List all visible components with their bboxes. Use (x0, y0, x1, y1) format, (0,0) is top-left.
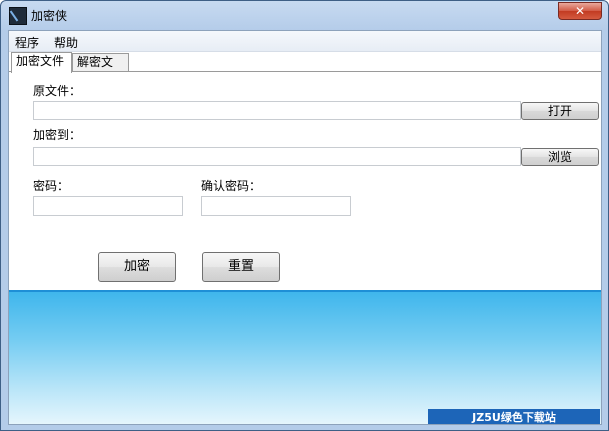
client-area: 程序 帮助 加密文件 解密文件 原文件： 打开 加密到： 浏览 密码： 确认密码… (8, 30, 602, 425)
menu-program[interactable]: 程序 (15, 34, 39, 51)
status-area (9, 290, 601, 424)
encrypt-button[interactable]: 加密 (98, 252, 176, 282)
browse-button[interactable]: 浏览 (521, 148, 599, 166)
close-button[interactable]: ✕ (558, 2, 602, 20)
tab-decrypt-file[interactable]: 解密文件 (72, 53, 129, 85)
reset-button[interactable]: 重置 (202, 252, 280, 282)
open-button[interactable]: 打开 (521, 102, 599, 120)
target-label: 加密到： (33, 128, 82, 142)
app-window: 加密侠 ✕ 程序 帮助 加密文件 解密文件 原文件： 打开 加密到： 浏览 密码… (0, 0, 609, 431)
encrypt-panel: 原文件： 打开 加密到： 浏览 密码： 确认密码： 加密 重置 (9, 71, 601, 290)
watermark-banner: JZ5U绿色下载站www.jz5u.com (428, 409, 600, 424)
source-file-input[interactable] (33, 101, 521, 120)
confirm-password-input[interactable] (201, 196, 351, 216)
target-file-input[interactable] (33, 147, 521, 166)
password-input[interactable] (33, 196, 183, 216)
title-bar[interactable]: 加密侠 ✕ (1, 1, 608, 29)
menu-help[interactable]: 帮助 (54, 34, 78, 51)
confirm-password-label: 确认密码： (201, 179, 262, 193)
tab-encrypt-file[interactable]: 加密文件 (11, 52, 72, 73)
password-label: 密码： (33, 179, 70, 193)
menu-bar: 程序 帮助 (9, 31, 601, 52)
tab-strip: 加密文件 解密文件 (9, 52, 601, 85)
app-icon (9, 7, 27, 25)
window-title: 加密侠 (31, 9, 68, 23)
source-file-label: 原文件： (33, 84, 82, 98)
